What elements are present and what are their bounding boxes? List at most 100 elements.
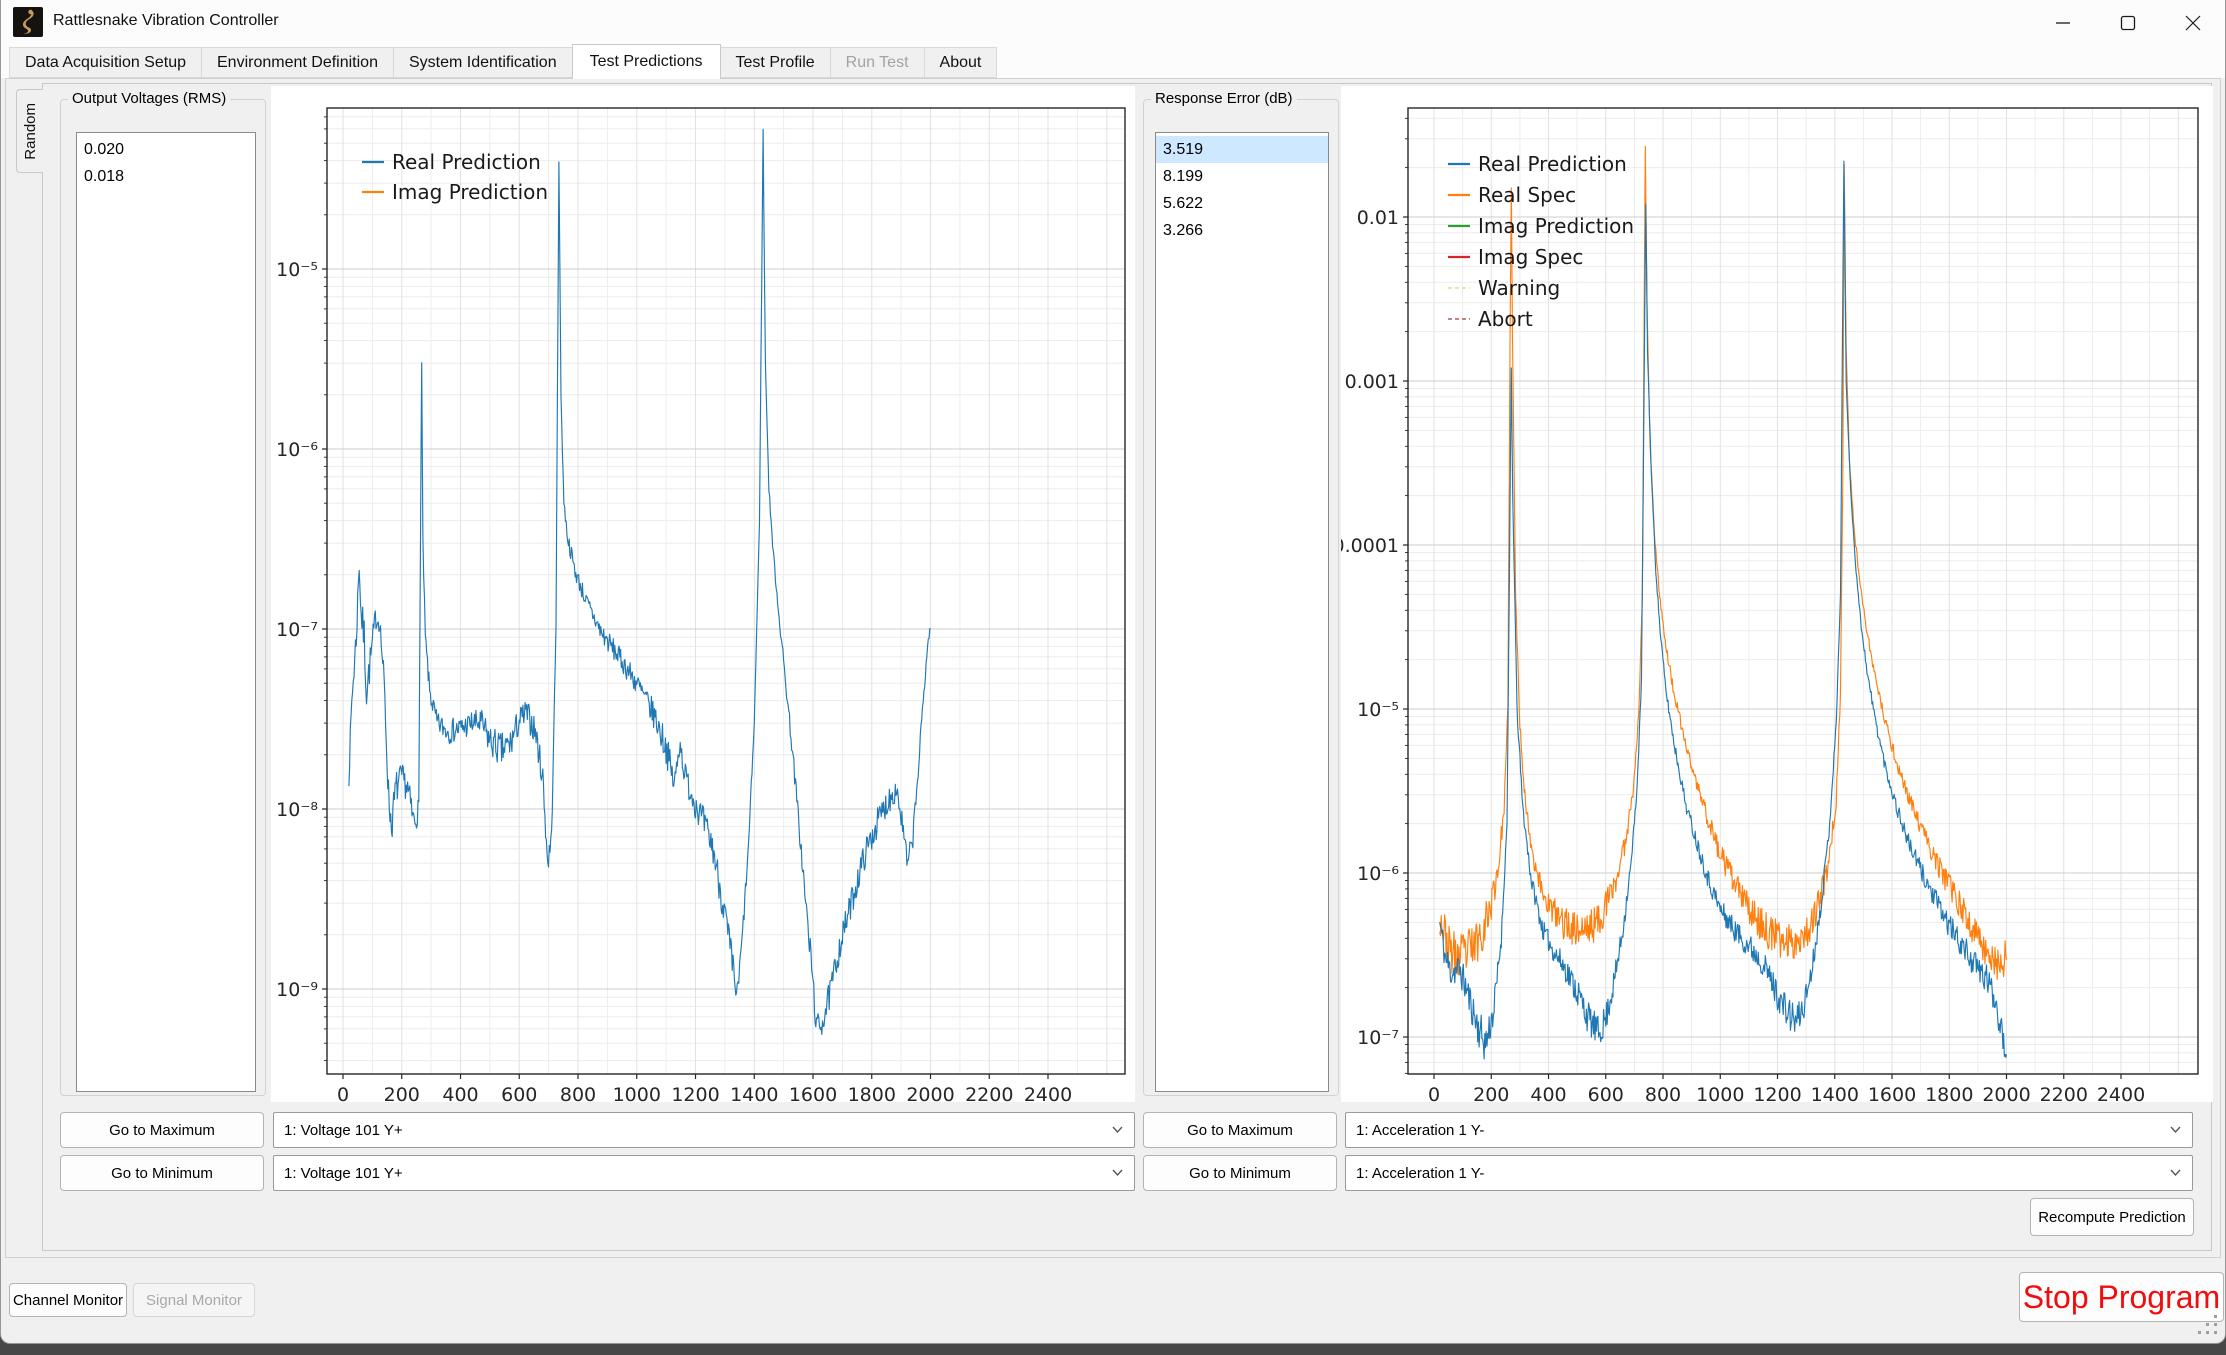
svg-text:600: 600 <box>1588 1084 1624 1102</box>
svg-text:10⁻⁶: 10⁻⁶ <box>1357 863 1399 885</box>
svg-text:1800: 1800 <box>1925 1084 1973 1102</box>
svg-text:0: 0 <box>337 1084 349 1102</box>
svg-text:2200: 2200 <box>965 1084 1013 1102</box>
maximize-button[interactable] <box>2096 0 2160 45</box>
app-window: Rattlesnake Vibration Controller Data Ac… <box>0 0 2226 1344</box>
output-voltages-group: Output Voltages (RMS) 0.0200.018 <box>60 99 266 1096</box>
svg-text:400: 400 <box>1530 1084 1566 1102</box>
random-tab-pane: Output Voltages (RMS) 0.0200.018 0 200 400… <box>42 83 2212 1251</box>
recompute-prediction-button[interactable]: Recompute Prediction <box>2030 1198 2194 1236</box>
combo-value: 1: Voltage 101 Y+ <box>284 1165 403 1182</box>
tab-run-test: Run Test <box>830 47 925 78</box>
svg-text:10⁻⁶: 10⁻⁶ <box>276 439 318 461</box>
svg-text:1000: 1000 <box>613 1084 661 1102</box>
tab-about[interactable]: About <box>924 47 998 78</box>
output-voltages-list[interactable]: 0.0200.018 <box>76 132 256 1092</box>
svg-text:2400: 2400 <box>1024 1084 1072 1102</box>
combo-value: 1: Acceleration 1 Y- <box>1356 1122 1484 1139</box>
svg-text:1400: 1400 <box>730 1084 778 1102</box>
close-icon <box>2185 15 2201 31</box>
svg-text:10⁻⁷: 10⁻⁷ <box>276 619 318 641</box>
output-voltages-title: Output Voltages (RMS) <box>68 90 230 107</box>
chevron-down-icon <box>2170 1126 2181 1134</box>
tab-test-profile[interactable]: Test Profile <box>720 47 831 78</box>
svg-text:10⁻⁸: 10⁻⁸ <box>276 799 318 821</box>
rattlesnake-logo-icon <box>13 7 43 37</box>
response-error-list[interactable]: 3.5198.1995.6223.266 <box>1155 132 1329 1092</box>
svg-text:800: 800 <box>560 1084 596 1102</box>
svg-text:1200: 1200 <box>1753 1084 1801 1102</box>
svg-text:2400: 2400 <box>2097 1084 2145 1102</box>
svg-text:2000: 2000 <box>906 1084 954 1102</box>
test-predictions-pane: Random Output Voltages (RMS) 0.0200.018 … <box>5 78 2221 1258</box>
svg-text:10⁻⁵: 10⁻⁵ <box>276 259 318 281</box>
list-item[interactable]: 8.199 <box>1156 163 1328 190</box>
svg-text:Imag Spec: Imag Spec <box>1478 245 1583 269</box>
tab-environment-definition[interactable]: Environment Definition <box>201 47 394 78</box>
svg-text:1800: 1800 <box>848 1084 896 1102</box>
svg-text:0: 0 <box>1428 1084 1440 1102</box>
close-button[interactable] <box>2161 0 2225 45</box>
stop-program-label: Stop Program <box>2023 1279 2220 1316</box>
svg-text:2000: 2000 <box>1982 1084 2030 1102</box>
channel-monitor-button[interactable]: Channel Monitor <box>9 1283 127 1317</box>
go-to-maximum-button-right[interactable]: Go to Maximum <box>1143 1112 1337 1148</box>
svg-text:1200: 1200 <box>671 1084 719 1102</box>
svg-text:0.001: 0.001 <box>1345 371 1399 393</box>
go-to-minimum-button-left[interactable]: Go to Minimum <box>60 1155 264 1191</box>
combo-value: 1: Acceleration 1 Y- <box>1356 1165 1484 1182</box>
svg-text:10⁻⁷: 10⁻⁷ <box>1357 1027 1399 1049</box>
response-chart: 0200400600800100012001400160018002000220… <box>1341 86 2213 1102</box>
minimize-icon <box>2055 15 2071 31</box>
svg-text:10⁻⁹: 10⁻⁹ <box>276 979 318 1001</box>
svg-text:Imag Prediction: Imag Prediction <box>1478 214 1634 238</box>
prediction-chart: 0 200 400 600 800 1000 1200 1400 1600 1800 2000 220… <box>271 86 1135 1102</box>
svg-text:2200: 2200 <box>2040 1084 2088 1102</box>
list-item[interactable]: 3.519 <box>1156 136 1328 163</box>
side-tab-label: Random <box>22 103 39 160</box>
svg-text:Imag Prediction: Imag Prediction <box>392 180 548 204</box>
tab-test-predictions[interactable]: Test Predictions <box>572 44 721 79</box>
combo-value: 1: Voltage 101 Y+ <box>284 1122 403 1139</box>
max-channel-combo-left[interactable]: 1: Voltage 101 Y+ <box>273 1112 1135 1148</box>
window-title: Rattlesnake Vibration Controller <box>53 12 279 30</box>
go-to-maximum-button-left[interactable]: Go to Maximum <box>60 1112 264 1148</box>
title-bar: Rattlesnake Vibration Controller <box>1 0 2225 45</box>
chevron-down-icon <box>2170 1169 2181 1177</box>
go-to-minimum-button-right[interactable]: Go to Minimum <box>1143 1155 1337 1191</box>
maximize-icon <box>2120 15 2136 31</box>
max-channel-combo-right[interactable]: 1: Acceleration 1 Y- <box>1345 1112 2193 1148</box>
svg-text:Real Prediction: Real Prediction <box>1478 152 1627 176</box>
svg-text:Abort: Abort <box>1478 307 1533 331</box>
svg-text:600: 600 <box>501 1084 537 1102</box>
min-channel-combo-right[interactable]: 1: Acceleration 1 Y- <box>1345 1155 2193 1191</box>
tab-system-identification[interactable]: System Identification <box>393 47 573 78</box>
signal-monitor-button[interactable]: Signal Monitor <box>133 1283 255 1317</box>
svg-text:400: 400 <box>442 1084 478 1102</box>
chevron-down-icon <box>1112 1169 1123 1177</box>
list-item[interactable]: 0.018 <box>77 163 255 190</box>
resize-grip[interactable] <box>2194 1311 2220 1337</box>
svg-text:0.01: 0.01 <box>1357 207 1399 229</box>
svg-text:800: 800 <box>1645 1084 1681 1102</box>
list-item[interactable]: 0.020 <box>77 136 255 163</box>
svg-text:1600: 1600 <box>1868 1084 1916 1102</box>
response-error-group: Response Error (dB) 3.5198.1995.6223.266 <box>1143 99 1339 1096</box>
side-tab-random[interactable]: Random <box>16 89 43 173</box>
main-tab-bar: Data Acquisition SetupEnvironment Defini… <box>1 45 2225 78</box>
svg-text:1600: 1600 <box>789 1084 837 1102</box>
response-error-title: Response Error (dB) <box>1151 90 1297 107</box>
svg-text:10⁻⁵: 10⁻⁵ <box>1357 699 1399 721</box>
svg-text:200: 200 <box>1473 1084 1509 1102</box>
list-item[interactable]: 5.622 <box>1156 190 1328 217</box>
chevron-down-icon <box>1112 1126 1123 1134</box>
svg-text:0.0001: 0.0001 <box>1341 535 1399 557</box>
svg-text:Real Spec: Real Spec <box>1478 183 1576 207</box>
list-item[interactable]: 3.266 <box>1156 217 1328 244</box>
svg-text:200: 200 <box>384 1084 420 1102</box>
svg-text:Real Prediction: Real Prediction <box>392 150 541 174</box>
tab-data-acquisition-setup[interactable]: Data Acquisition Setup <box>9 47 202 78</box>
minimize-button[interactable] <box>2031 0 2095 45</box>
min-channel-combo-left[interactable]: 1: Voltage 101 Y+ <box>273 1155 1135 1191</box>
svg-text:1400: 1400 <box>1811 1084 1859 1102</box>
